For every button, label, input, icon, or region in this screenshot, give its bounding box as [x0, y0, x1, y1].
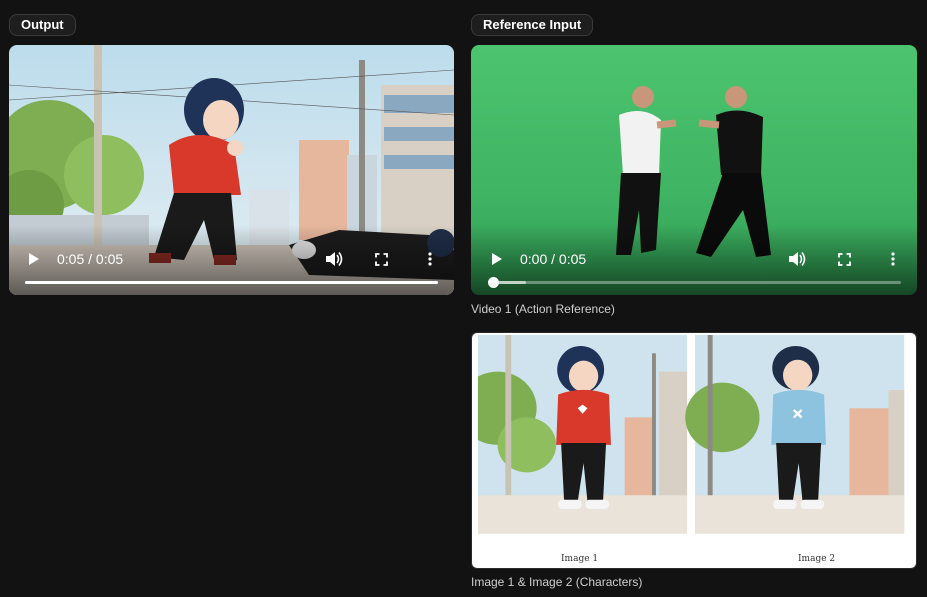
- output-label-text: Output: [21, 17, 64, 32]
- reference-input-label-text: Reference Input: [483, 17, 582, 32]
- reference-video-controls: 0:00 / 0:05: [471, 225, 917, 295]
- reference-video-player[interactable]: 0:00 / 0:05: [471, 45, 917, 295]
- fullscreen-icon[interactable]: [375, 253, 388, 266]
- output-time-display: 0:05 / 0:05: [57, 251, 124, 267]
- reference-progress-bar[interactable]: [488, 277, 901, 288]
- characters-image: Image 1 Image 2: [471, 332, 917, 569]
- volume-icon[interactable]: [788, 251, 806, 267]
- fullscreen-icon[interactable]: [838, 253, 851, 266]
- volume-icon[interactable]: [325, 251, 343, 267]
- more-vert-icon[interactable]: [891, 252, 895, 266]
- output-video-player[interactable]: 0:05 / 0:05: [9, 45, 454, 295]
- reference-video-caption: Video 1 (Action Reference): [471, 302, 615, 316]
- reference-input-label: Reference Input: [471, 14, 594, 36]
- output-progress-fill: [25, 281, 438, 284]
- reference-progress-thumb[interactable]: [488, 277, 499, 288]
- characters-image-art: [478, 335, 905, 534]
- play-icon[interactable]: [491, 252, 503, 266]
- output-label: Output: [9, 14, 76, 36]
- reference-time-display: 0:00 / 0:05: [520, 251, 587, 267]
- output-video-controls: 0:05 / 0:05: [9, 225, 454, 295]
- characters-caption: Image 1 & Image 2 (Characters): [471, 575, 643, 589]
- more-vert-icon[interactable]: [428, 252, 432, 266]
- image1-label: Image 1: [561, 554, 599, 564]
- output-progress-bar[interactable]: [25, 281, 438, 284]
- play-icon[interactable]: [28, 252, 40, 266]
- image2-label: Image 2: [798, 554, 836, 564]
